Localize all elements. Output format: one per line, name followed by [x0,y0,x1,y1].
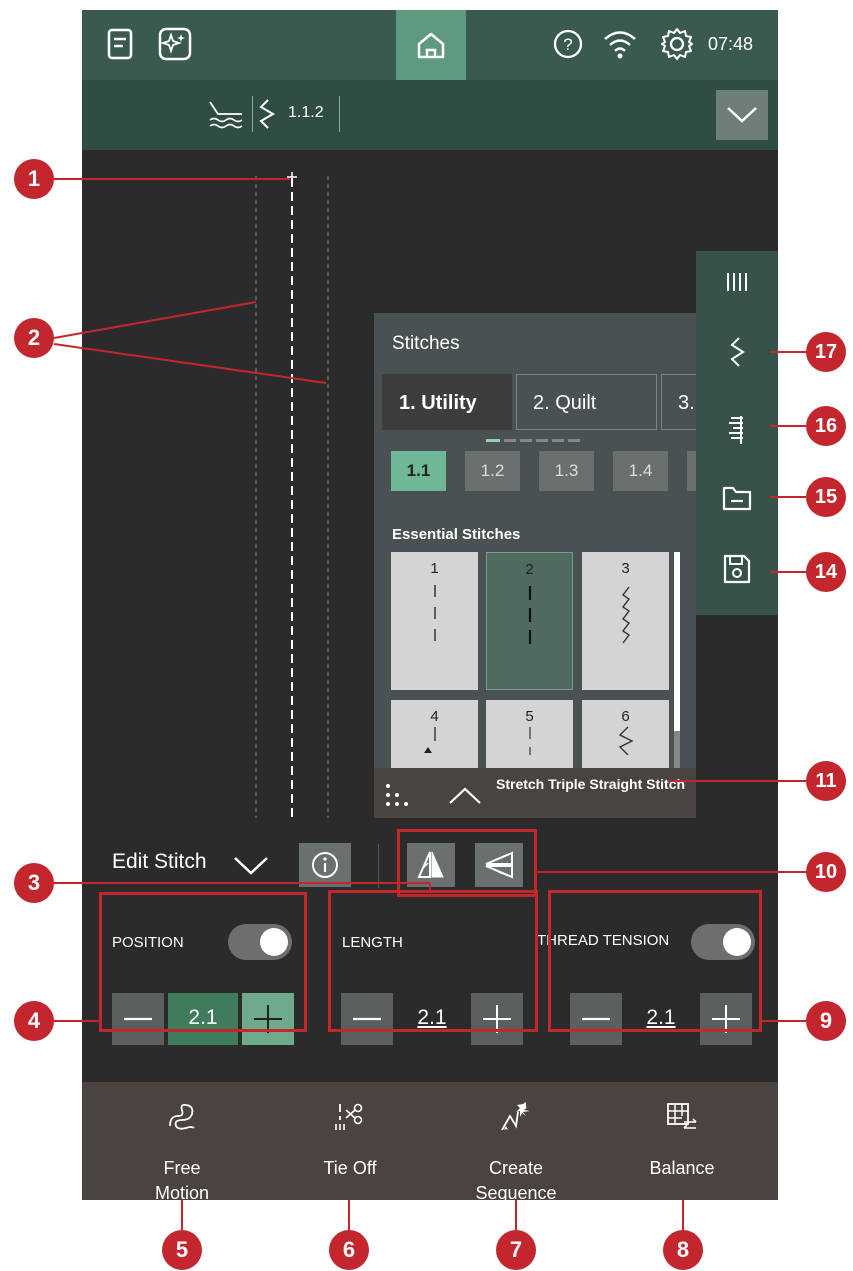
callout-badge-11: 11 [806,761,846,801]
callout-badge-14: 14 [806,552,846,592]
callout-badge-9: 9 [806,1001,846,1041]
callout-box-position [99,892,307,1032]
callout-lines [53,178,806,1230]
callout-badge-3: 3 [14,863,54,903]
callout-badge-2: 2 [14,318,54,358]
callout-badge-16: 16 [806,406,846,446]
callout-badge-17: 17 [806,332,846,372]
callout-badge-10: 10 [806,852,846,892]
callout-box-thread-tension [548,890,762,1032]
callout-badge-6: 6 [329,1230,369,1270]
callout-badge-7: 7 [496,1230,536,1270]
callout-badge-15: 15 [806,477,846,517]
callout-badge-5: 5 [162,1230,202,1270]
callout-box-length [328,890,538,1032]
callout-badge-8: 8 [663,1230,703,1270]
callout-badge-1: 1 [14,159,54,199]
callout-badge-4: 4 [14,1001,54,1041]
callout-box-mirror [397,829,537,897]
